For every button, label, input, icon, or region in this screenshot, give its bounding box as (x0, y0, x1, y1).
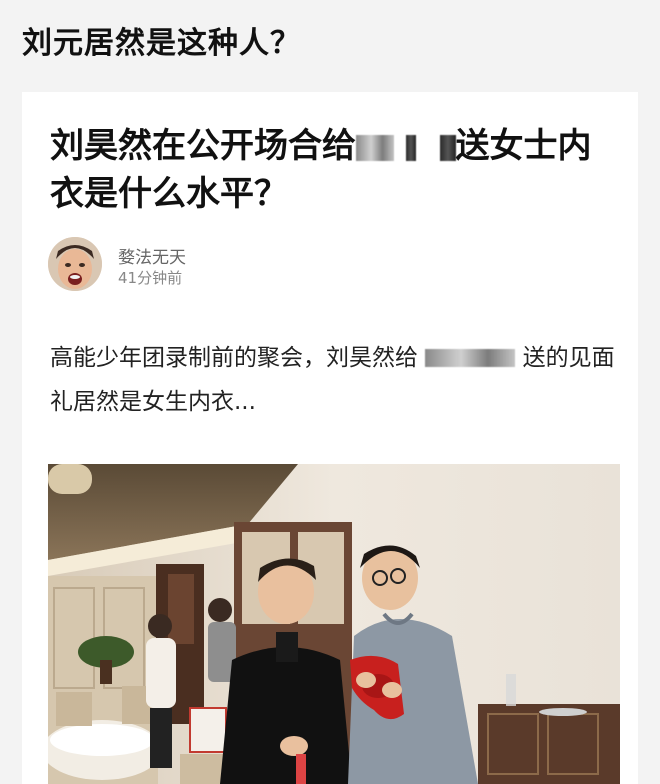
author-avatar[interactable] (48, 237, 102, 291)
article-card[interactable]: 刘昊然在公开场合给 送女士内衣是什么水平？ 婺法无天 41分钟前 高能少年团录制… (22, 92, 638, 784)
summary-text-start: 高能少年团录制前的聚会，刘昊然给 (50, 345, 418, 371)
outer-title: 刘元居然是这种人？ (22, 26, 301, 61)
headline-text-start: 刘昊然在公开场合给 (50, 126, 356, 166)
author-name[interactable]: 婺法无天 (118, 243, 186, 268)
article-headline[interactable]: 刘昊然在公开场合给 送女士内衣是什么水平？ (50, 122, 620, 218)
article-photo[interactable] (48, 464, 620, 784)
post-time: 41分钟前 (118, 269, 183, 287)
redacted-name-block (405, 135, 416, 161)
redacted-name-block (425, 349, 516, 367)
article-summary[interactable]: 高能少年团录制前的聚会，刘昊然给 送的见面礼居然是女生内衣... (50, 336, 620, 424)
redacted-name-block (356, 135, 394, 161)
redacted-name-block (439, 135, 456, 161)
